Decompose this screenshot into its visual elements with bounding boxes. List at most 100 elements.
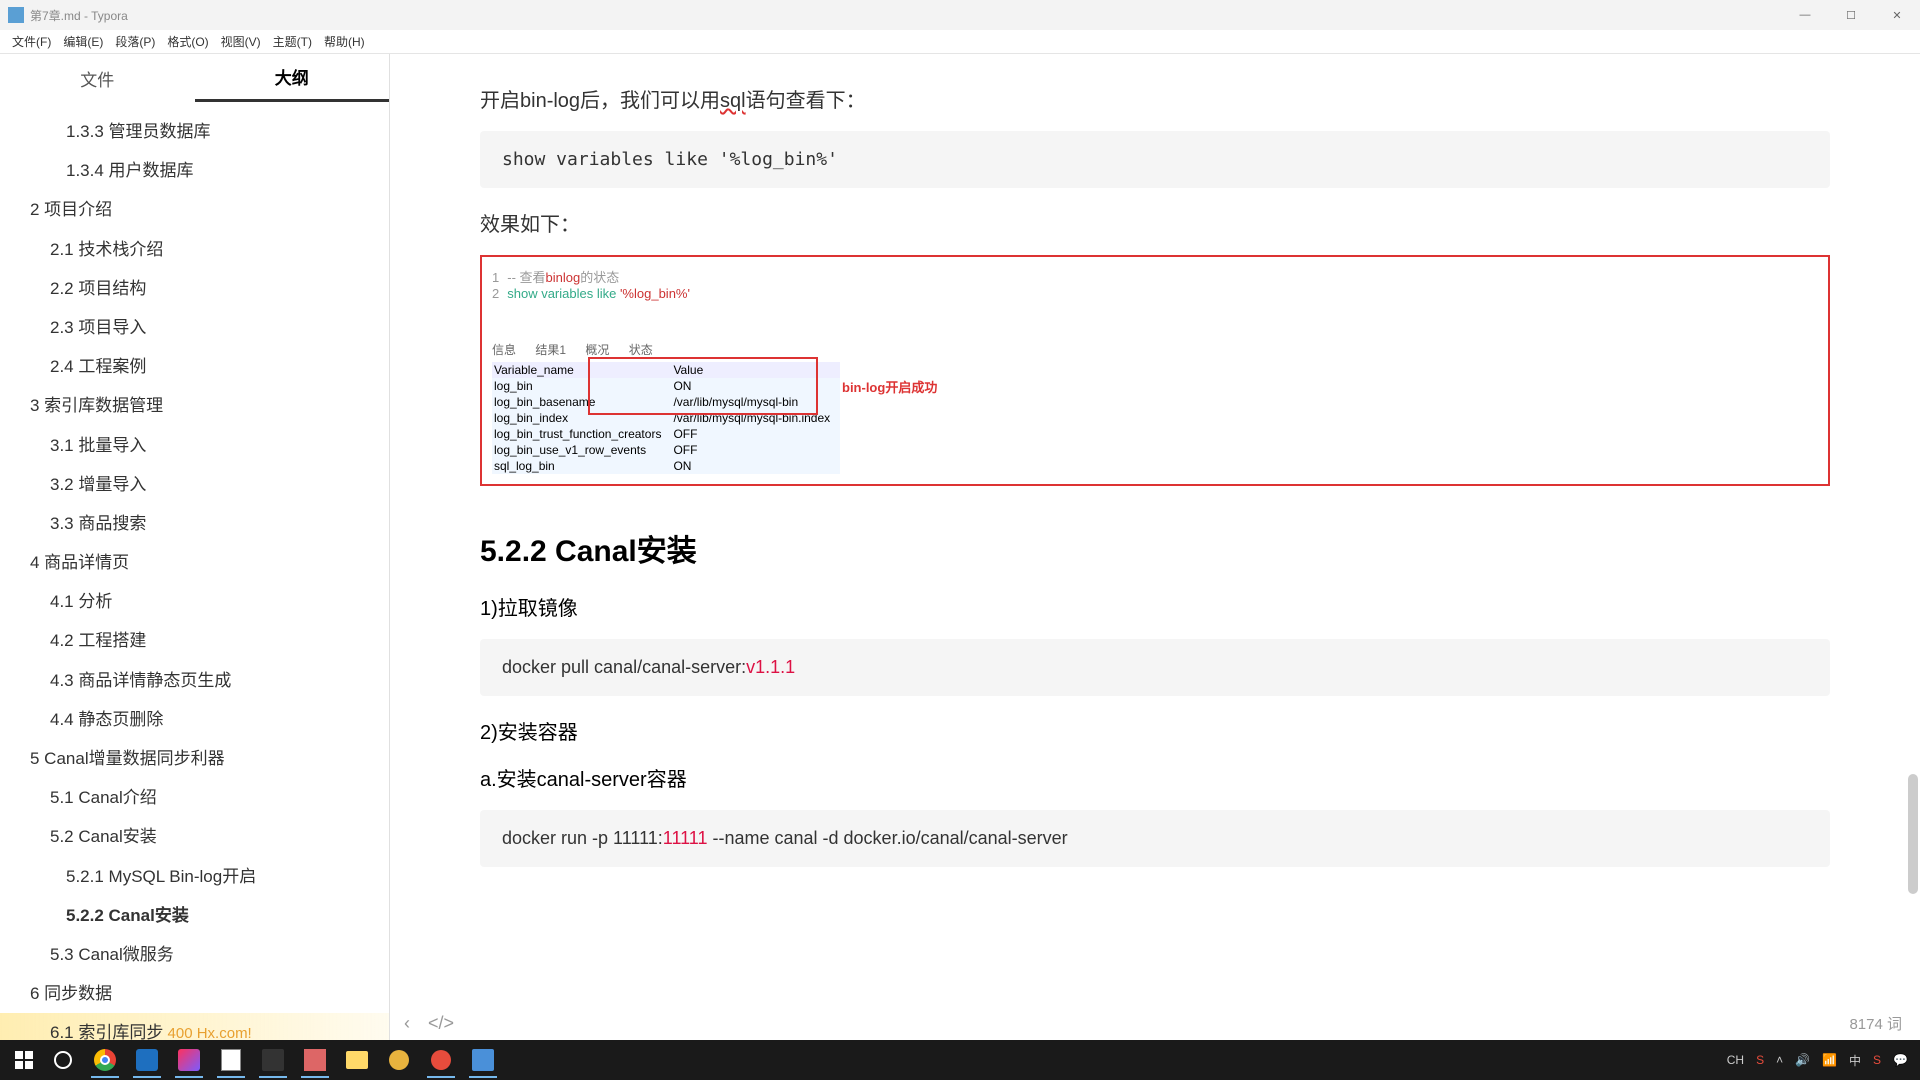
outline-item[interactable]: 4.1 分析 <box>0 582 389 621</box>
content[interactable]: 开启bin-log后，我们可以用sql语句查看下： show variables… <box>390 54 1920 1040</box>
outline-item[interactable]: 2.2 项目结构 <box>0 269 389 308</box>
source-code-icon[interactable]: </> <box>428 1013 454 1034</box>
menu-view[interactable]: 视图(V) <box>215 33 267 50</box>
outline-item[interactable]: 3.1 批量导入 <box>0 426 389 465</box>
outline-item[interactable]: 3 索引库数据管理 <box>0 386 389 425</box>
intro-before: 开启bin-log后，我们可以用 <box>480 90 720 112</box>
figure-code: 1-- 查看binlog的状态 2show variables like '%l… <box>492 267 1818 301</box>
code2-a: docker pull canal/canal-server: <box>502 657 746 677</box>
menu-paragraph[interactable]: 段落(P) <box>109 33 161 50</box>
outline-item[interactable]: 4 商品详情页 <box>0 543 389 582</box>
app-icon-1[interactable] <box>129 1042 165 1078</box>
explorer-icon[interactable] <box>339 1042 375 1078</box>
outline-item[interactable]: 5.3 Canal微服务 <box>0 935 389 974</box>
fig-tab-result: 结果1 <box>535 343 566 357</box>
taskbar[interactable]: CH S ˄ 🔊 📶 中 S 💬 <box>0 1040 1920 1080</box>
figure-note: bin-log开启成功 <box>842 377 937 396</box>
app-icon-5[interactable] <box>465 1042 501 1078</box>
tray-sogou-icon[interactable]: S <box>1756 1053 1764 1067</box>
app-icon <box>8 7 24 23</box>
intro-sql: sql <box>720 90 746 112</box>
outline-item[interactable]: 2.3 项目导入 <box>0 308 389 347</box>
code-block-2[interactable]: docker pull canal/canal-server:v1.1.1 <box>480 639 1830 696</box>
fig-tab-status: 状态 <box>629 343 653 357</box>
tray-sogou2-icon[interactable]: S <box>1873 1053 1881 1067</box>
watermark: 400 Hx.com! <box>163 1025 251 1040</box>
step2a: a.安装canal-server容器 <box>480 763 1830 792</box>
app-icon-4[interactable] <box>423 1042 459 1078</box>
main-area: 文件 大纲 1.3.3 管理员数据库1.3.4 用户数据库2 项目介绍2.1 技… <box>0 54 1920 1040</box>
outline-item[interactable]: 1.3.3 管理员数据库 <box>0 112 389 151</box>
menu-format[interactable]: 格式(O) <box>161 33 214 50</box>
tray-chevron-up-icon[interactable]: ˄ <box>1776 1053 1783 1067</box>
system-tray[interactable]: CH S ˄ 🔊 📶 中 S 💬 <box>1721 1052 1920 1069</box>
cortana-icon[interactable] <box>45 1042 81 1078</box>
code2-b: v1.1.1 <box>746 657 795 677</box>
outline-item[interactable]: 6 同步数据 <box>0 974 389 1013</box>
outline-item[interactable]: 4.2 工程搭建 <box>0 621 389 660</box>
outline-item[interactable]: 5.2 Canal安装 <box>0 817 389 856</box>
outline-item[interactable]: 2.4 工程案例 <box>0 347 389 386</box>
close-button[interactable]: ✕ <box>1874 0 1920 30</box>
menu-file[interactable]: 文件(F) <box>6 33 57 50</box>
minimize-button[interactable]: — <box>1782 0 1828 30</box>
tab-outline[interactable]: 大纲 <box>195 54 390 102</box>
outline-item[interactable]: 1.3.4 用户数据库 <box>0 151 389 190</box>
code-block-3[interactable]: docker run -p 11111:11111 --name canal -… <box>480 810 1830 867</box>
result-label: 效果如下： <box>480 208 1830 237</box>
outline-item[interactable]: 6.1 索引库同步 400 Hx.com! <box>0 1013 389 1040</box>
tray-wifi-icon[interactable]: 📶 <box>1822 1053 1837 1067</box>
back-icon[interactable]: ‹ <box>404 1013 410 1034</box>
step1: 1)拉取镜像 <box>480 592 1830 621</box>
fig-line2b: '%log_bin%' <box>620 286 690 301</box>
menu-edit[interactable]: 编辑(E) <box>57 33 109 50</box>
app-icon-2[interactable] <box>297 1042 333 1078</box>
tray-volume-icon[interactable]: 🔊 <box>1795 1053 1810 1067</box>
outline-item[interactable]: 4.4 静态页删除 <box>0 700 389 739</box>
maximize-button[interactable]: ☐ <box>1828 0 1874 30</box>
fig-tab-info: 信息 <box>492 343 516 357</box>
notepad-icon[interactable] <box>213 1042 249 1078</box>
figure-tabs: 信息 结果1 概况 状态 <box>492 341 1818 358</box>
fig-cmt-mid: binlog <box>546 270 581 285</box>
app-icon-3[interactable] <box>381 1042 417 1078</box>
titlebar: 第7章.md - Typora — ☐ ✕ <box>0 0 1920 30</box>
outline-item[interactable]: 5 Canal增量数据同步利器 <box>0 739 389 778</box>
word-count[interactable]: 8174 词 <box>1849 1013 1902 1034</box>
intro-paragraph: 开启bin-log后，我们可以用sql语句查看下： <box>480 84 1830 113</box>
bottom-bar: ‹ </> <box>390 1006 1920 1040</box>
outline[interactable]: 1.3.3 管理员数据库1.3.4 用户数据库2 项目介绍2.1 技术栈介绍2.… <box>0 102 389 1040</box>
tray-ime[interactable]: 中 <box>1849 1052 1861 1069</box>
result-figure: 1-- 查看binlog的状态 2show variables like '%l… <box>480 255 1830 486</box>
outline-item[interactable]: 3.2 增量导入 <box>0 465 389 504</box>
fig-cmt-pre: -- 查看 <box>507 270 545 285</box>
fig-line2a: show variables like <box>507 286 620 301</box>
start-button[interactable] <box>6 1042 42 1078</box>
outline-item[interactable]: 2 项目介绍 <box>0 190 389 229</box>
menubar: 文件(F) 编辑(E) 段落(P) 格式(O) 视图(V) 主题(T) 帮助(H… <box>0 30 1920 54</box>
menu-theme[interactable]: 主题(T) <box>267 33 318 50</box>
code3-a: docker run -p 11111: <box>502 828 663 848</box>
figure-highlight-box <box>588 357 818 415</box>
fig-cmt-post: 的状态 <box>580 270 619 285</box>
outline-item[interactable]: 3.3 商品搜索 <box>0 504 389 543</box>
window-title: 第7章.md - Typora <box>30 7 128 24</box>
tray-notification-icon[interactable]: 💬 <box>1893 1053 1908 1067</box>
chrome-icon[interactable] <box>87 1042 123 1078</box>
vscode-icon[interactable] <box>255 1042 291 1078</box>
fig-tab-summary: 概况 <box>585 343 609 357</box>
scrollbar-thumb[interactable] <box>1908 774 1918 894</box>
outline-item[interactable]: 4.3 商品详情静态页生成 <box>0 661 389 700</box>
menu-help[interactable]: 帮助(H) <box>318 33 371 50</box>
outline-item[interactable]: 5.2.2 Canal安装 <box>0 896 389 935</box>
heading-522: 5.2.2 Canal安装 <box>480 526 1830 570</box>
outline-item[interactable]: 5.1 Canal介绍 <box>0 778 389 817</box>
tab-files[interactable]: 文件 <box>0 54 195 102</box>
outline-item[interactable]: 2.1 技术栈介绍 <box>0 230 389 269</box>
tray-lang[interactable]: CH <box>1727 1053 1744 1067</box>
outline-item[interactable]: 5.2.1 MySQL Bin-log开启 <box>0 857 389 896</box>
sidebar: 文件 大纲 1.3.3 管理员数据库1.3.4 用户数据库2 项目介绍2.1 技… <box>0 54 390 1040</box>
code-block-1[interactable]: show variables like '%log_bin%' <box>480 131 1830 188</box>
intellij-icon[interactable] <box>171 1042 207 1078</box>
sidebar-tabs: 文件 大纲 <box>0 54 389 102</box>
